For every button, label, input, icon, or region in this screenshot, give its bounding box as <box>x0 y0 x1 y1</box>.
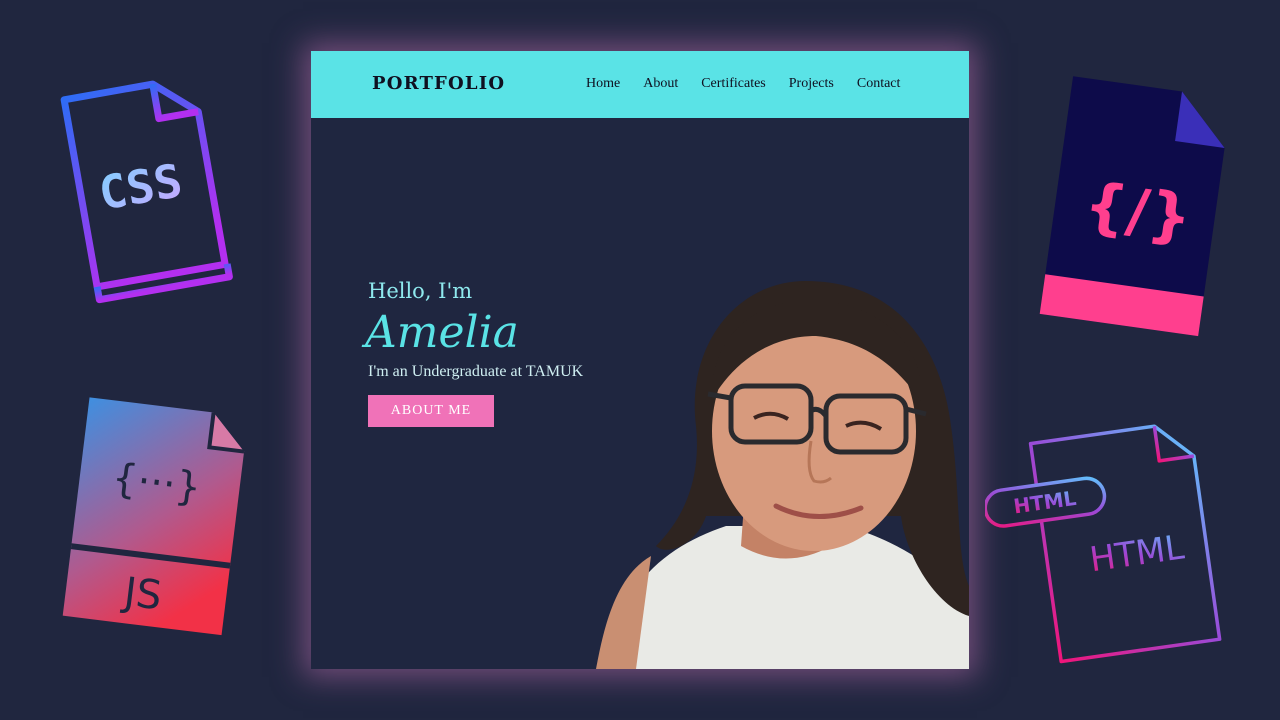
hero-tagline: I'm an Undergraduate at TAMUK <box>368 363 584 380</box>
hero-greeting: Hello, I'm <box>368 279 473 303</box>
brand-logo[interactable]: PORTFOLIO <box>372 73 505 94</box>
code-file-icon: {/} <box>1039 76 1225 337</box>
js-file-icon: {···} JS <box>62 397 245 636</box>
nav-certificates[interactable]: Certificates <box>701 76 766 92</box>
navbar: PORTFOLIO Home About Certificates Projec… <box>311 51 969 118</box>
nav-contact[interactable]: Contact <box>857 76 901 92</box>
css-file-icon: CSS <box>60 80 233 304</box>
profile-photo <box>596 281 969 669</box>
html-file-label: HTML <box>1087 527 1186 580</box>
css-file-label: CSS <box>95 153 186 221</box>
about-me-button[interactable]: ABOUT ME <box>368 395 494 427</box>
hero-section: Hello, I'm Amelia I'm an Undergraduate a… <box>365 279 584 427</box>
html-file-icon: HTML HTML <box>985 424 1222 664</box>
js-file-label: JS <box>119 569 164 620</box>
nav-projects[interactable]: Projects <box>789 76 834 92</box>
code-glyph: {/} <box>1080 169 1196 253</box>
nav-links: Home About Certificates Projects Contact <box>586 76 900 92</box>
portfolio-page: PORTFOLIO Home About Certificates Projec… <box>311 51 969 669</box>
nav-home[interactable]: Home <box>586 76 620 92</box>
nav-about[interactable]: About <box>643 76 678 92</box>
hero-name: Amelia <box>365 307 519 358</box>
